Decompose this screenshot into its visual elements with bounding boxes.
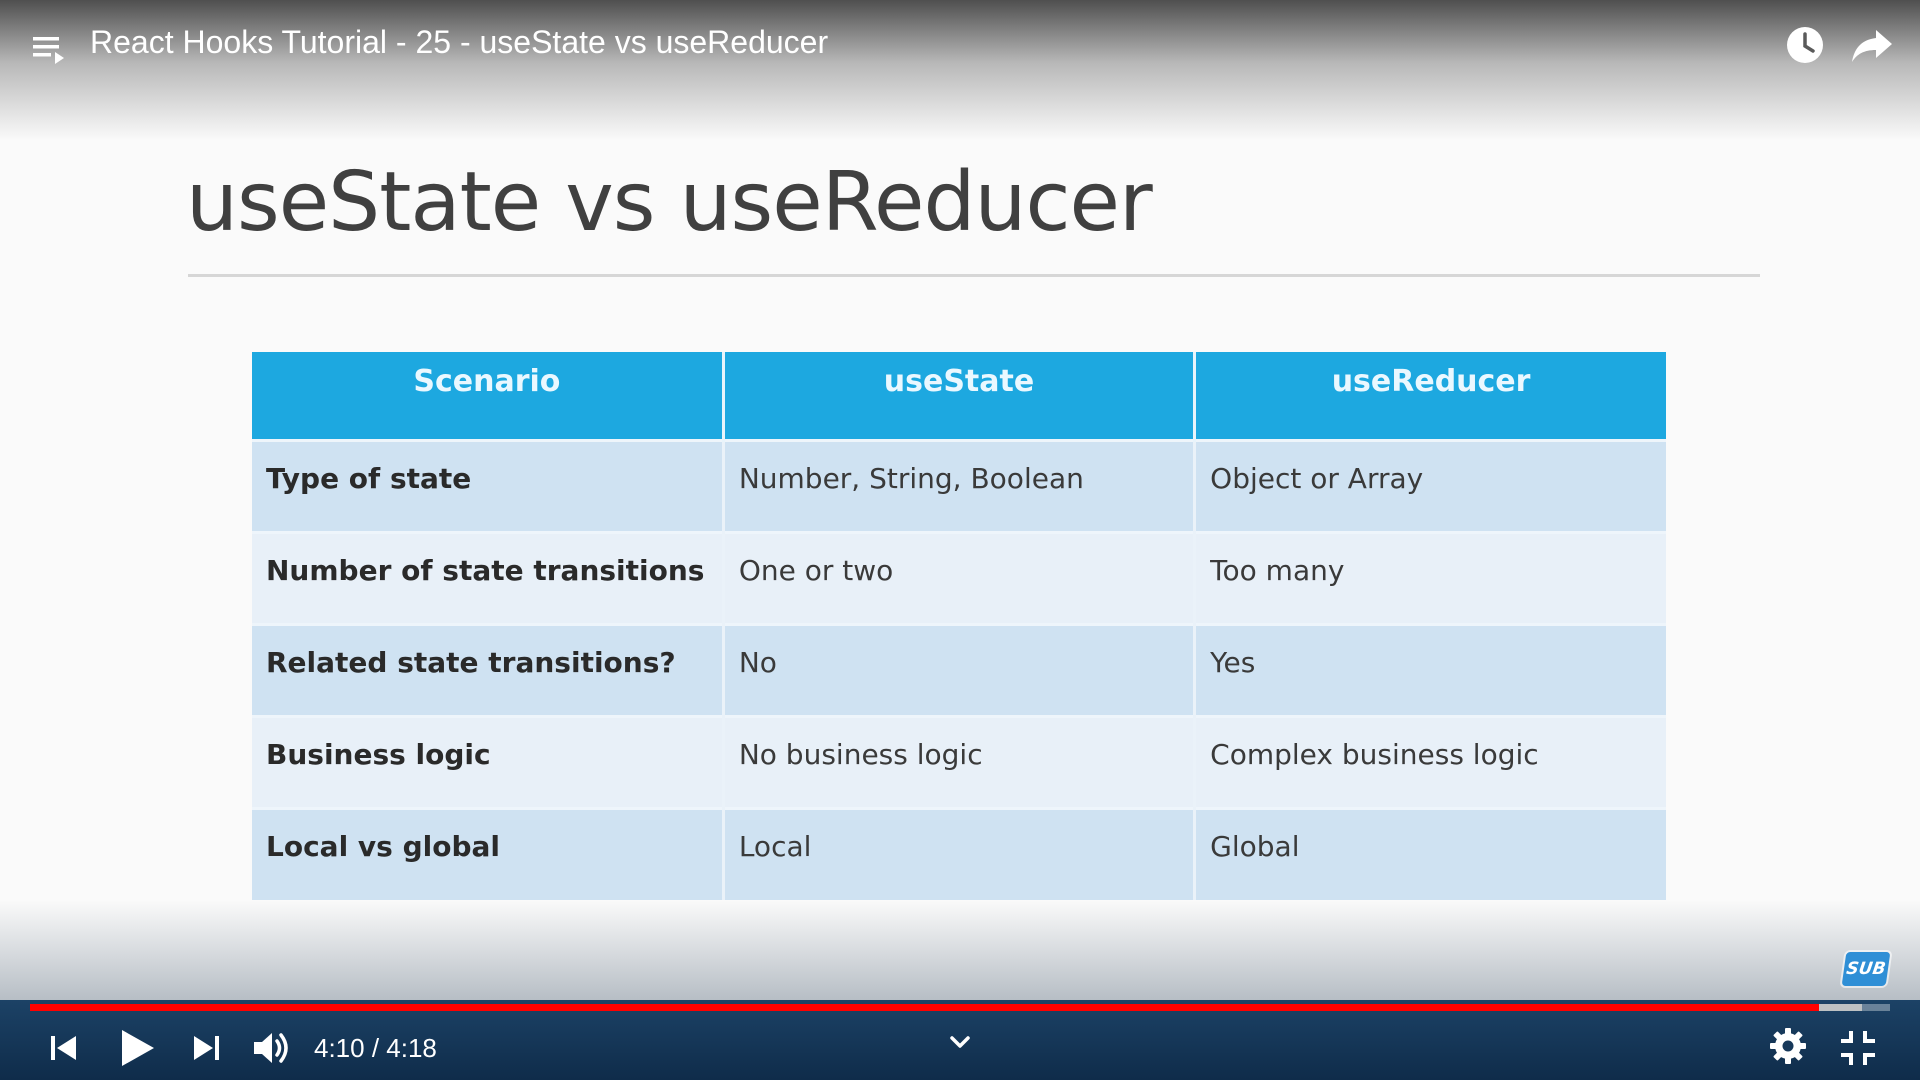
scenario-cell: Type of state	[252, 438, 725, 532]
scenario-cell: Business logic	[252, 714, 725, 808]
top-gradient	[0, 0, 1920, 140]
subscribe-badge[interactable]: SUB	[1841, 952, 1891, 986]
scenario-cell: Number of state transitions	[252, 530, 725, 624]
scenario-cell: Related state transitions?	[252, 622, 725, 716]
watch-later-icon[interactable]	[1784, 24, 1826, 66]
progress-bar[interactable]	[30, 1004, 1890, 1011]
time-display: 4:10 / 4:18	[314, 1033, 437, 1063]
usestate-cell: No business logic	[723, 714, 1197, 808]
slide-title: useState vs useReducer	[186, 155, 1153, 250]
usereducer-cell: Global	[1194, 806, 1666, 900]
usereducer-cell: Too many	[1194, 530, 1666, 624]
usestate-cell: Number, String, Boolean	[723, 438, 1197, 532]
prev-icon[interactable]	[46, 1030, 82, 1066]
play-icon[interactable]	[116, 1026, 158, 1070]
video-title[interactable]: React Hooks Tutorial - 25 - useState vs …	[90, 24, 828, 61]
volume-icon[interactable]	[250, 1026, 294, 1070]
table-header-row: Scenario useState useReducer	[252, 352, 1666, 440]
header-scenario: Scenario	[252, 352, 725, 440]
usereducer-cell: Complex business logic	[1194, 714, 1666, 808]
table-row: Number of state transitions One or two T…	[252, 530, 1666, 624]
header-usestate: useState	[723, 352, 1197, 440]
share-icon[interactable]	[1850, 26, 1894, 66]
usestate-cell: No	[723, 622, 1197, 716]
progress-played	[30, 1004, 1820, 1011]
usereducer-cell: Yes	[1194, 622, 1666, 716]
table-row: Local vs global Local Global	[252, 806, 1666, 900]
table-row: Type of state Number, String, Boolean Ob…	[252, 438, 1666, 532]
header-usereducer: useReducer	[1194, 352, 1666, 440]
usestate-cell: One or two	[723, 530, 1197, 624]
next-icon[interactable]	[188, 1030, 224, 1066]
chevron-down-icon[interactable]	[946, 1030, 974, 1054]
usestate-cell: Local	[723, 806, 1197, 900]
settings-icon[interactable]	[1768, 1026, 1808, 1066]
exit-fullscreen-icon[interactable]	[1838, 1028, 1878, 1068]
video-player[interactable]: useState vs useReducer Scenario useState…	[0, 0, 1920, 1080]
table-row: Related state transitions? No Yes	[252, 622, 1666, 716]
slide-divider	[188, 274, 1760, 277]
table-row: Business logic No business logic Complex…	[252, 714, 1666, 808]
usereducer-cell: Object or Array	[1194, 438, 1666, 532]
comparison-table: Scenario useState useReducer Type of sta…	[252, 352, 1666, 900]
scenario-cell: Local vs global	[252, 806, 725, 900]
playlist-icon[interactable]	[30, 30, 70, 70]
progress-buffered	[1819, 1004, 1863, 1011]
